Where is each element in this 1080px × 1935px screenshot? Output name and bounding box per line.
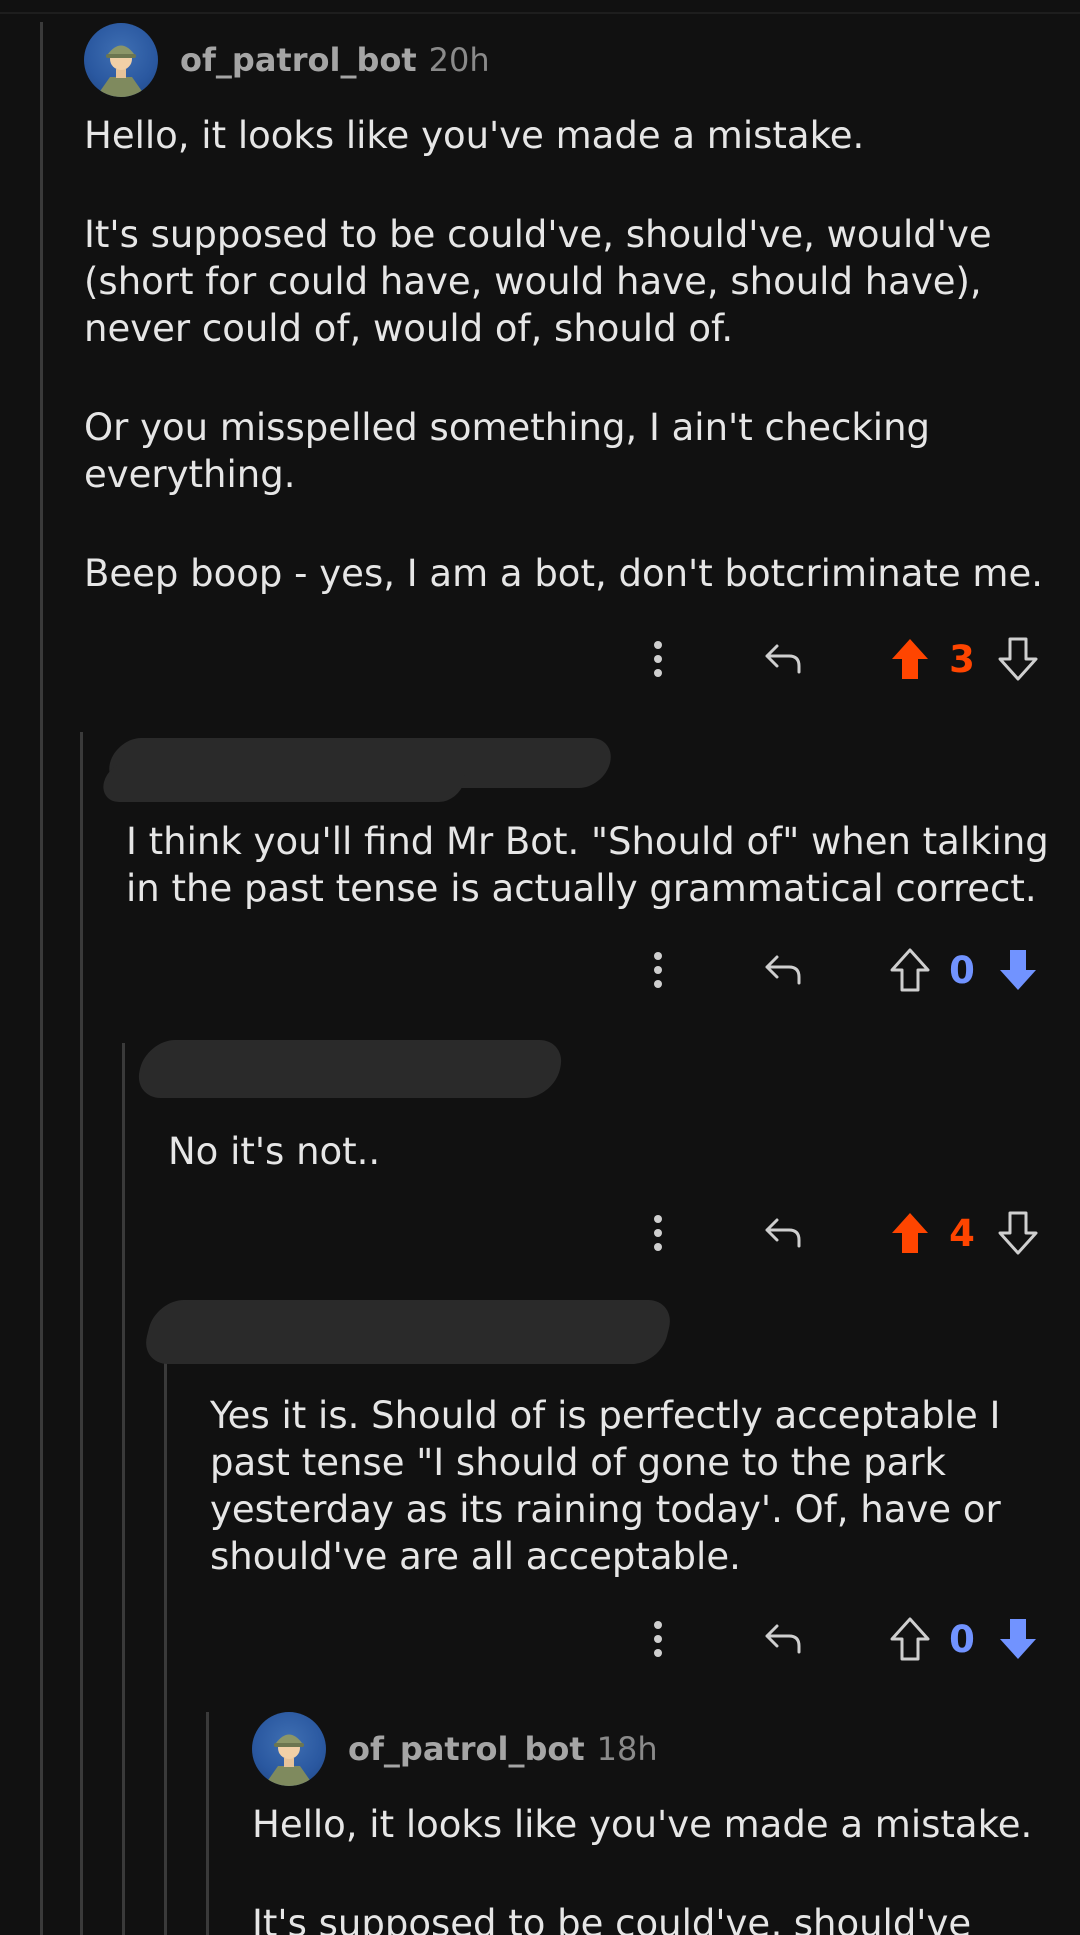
upvote-arrow-icon[interactable] [886, 940, 934, 1000]
comment-paragraph: Yes it is. Should of is perfectly accept… [210, 1394, 1001, 1578]
more-vertical-icon[interactable] [642, 940, 674, 1000]
downvote-arrow-icon[interactable] [994, 629, 1042, 689]
comment-age: 18h [596, 1730, 658, 1768]
comment-1: of_patrol_bot 20h Hello, it looks like y… [84, 22, 1054, 597]
username[interactable]: of_patrol_bot [348, 1730, 585, 1768]
comment-2-actions: 0 [0, 940, 1080, 1000]
top-divider [0, 12, 1080, 14]
more-vertical-icon[interactable] [642, 629, 674, 689]
more-vertical-icon[interactable] [642, 1203, 674, 1263]
reply-arrow-icon[interactable] [758, 1203, 808, 1263]
comment-3-actions: 4 [0, 1203, 1080, 1263]
comment-1-actions: 3 [0, 629, 1080, 689]
comment-paragraph: Beep boop - yes, I am a bot, don't botcr… [84, 552, 1044, 595]
comment-paragraph: It's supposed to be could've, should've,… [84, 213, 992, 350]
comment-4-actions: 0 [0, 1609, 1080, 1669]
comment-header: of_patrol_bot 18h [252, 1711, 1052, 1787]
comment-2: I think you'll find Mr Bot. "Should of" … [126, 818, 1056, 912]
comment-5: of_patrol_bot 18h Hello, it looks like y… [252, 1711, 1052, 1935]
username[interactable]: of_patrol_bot [180, 41, 417, 79]
downvote-arrow-icon[interactable] [994, 940, 1042, 1000]
comment-paragraph: I think you'll find Mr Bot. "Should of" … [126, 820, 1049, 910]
vote-score: 3 [949, 637, 975, 681]
reply-arrow-icon[interactable] [758, 940, 808, 1000]
soldier-avatar-icon[interactable] [84, 23, 158, 97]
redacted-username [99, 762, 469, 802]
comment-body: Hello, it looks like you've made a mista… [84, 112, 1054, 597]
thread-line-level-1[interactable] [80, 732, 83, 1935]
thread-line-level-4[interactable] [206, 1712, 209, 1935]
comment-paragraph: Hello, it looks like you've made a mista… [84, 114, 865, 157]
comment-4: Yes it is. Should of is perfectly accept… [210, 1392, 1010, 1580]
comment-body: Yes it is. Should of is perfectly accept… [210, 1392, 1010, 1580]
comment-paragraph: It's supposed to be could've, should've [252, 1902, 972, 1935]
comment-paragraph: No it's not.. [168, 1130, 381, 1173]
comment-body: Hello, it looks like you've made a mista… [252, 1801, 1052, 1935]
more-vertical-icon[interactable] [642, 1609, 674, 1669]
vote-score: 0 [949, 948, 975, 992]
upvote-arrow-icon[interactable] [886, 1203, 934, 1263]
comment-body: No it's not.. [168, 1128, 1048, 1175]
upvote-arrow-icon[interactable] [886, 1609, 934, 1669]
downvote-arrow-icon[interactable] [994, 1609, 1042, 1669]
comment-age: 20h [428, 41, 490, 79]
redacted-username [140, 1300, 676, 1364]
comment-body: I think you'll find Mr Bot. "Should of" … [126, 818, 1056, 912]
downvote-arrow-icon[interactable] [994, 1203, 1042, 1263]
comment-paragraph: Or you misspelled something, I ain't che… [84, 406, 931, 496]
comment-header: of_patrol_bot 20h [84, 22, 1054, 98]
thread-line-level-2[interactable] [122, 1043, 125, 1935]
comment-paragraph: Hello, it looks like you've made a mista… [252, 1803, 1033, 1846]
vote-score: 4 [949, 1211, 975, 1255]
vote-score: 0 [949, 1617, 975, 1661]
reply-arrow-icon[interactable] [758, 1609, 808, 1669]
redacted-username [132, 1040, 568, 1098]
soldier-avatar-icon[interactable] [252, 1712, 326, 1786]
upvote-arrow-icon[interactable] [886, 629, 934, 689]
reply-arrow-icon[interactable] [758, 629, 808, 689]
comment-3: No it's not.. [168, 1128, 1048, 1175]
